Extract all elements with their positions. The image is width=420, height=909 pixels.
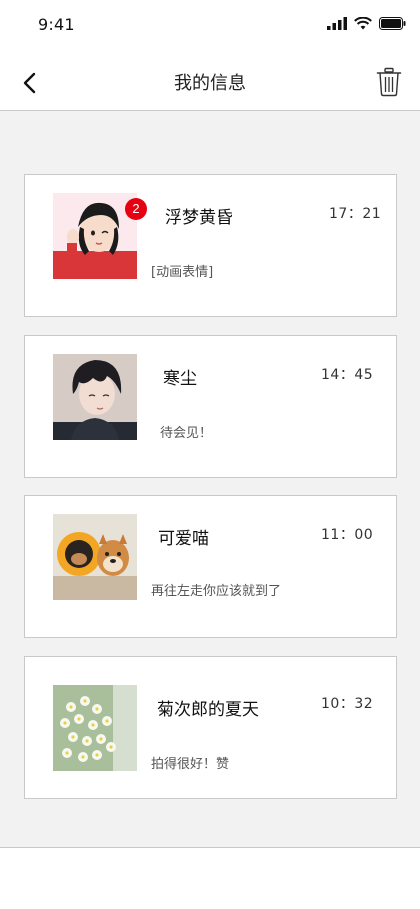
contact-name: 寒尘 <box>163 369 197 389</box>
message-card[interactable]: 可爱喵 11：00 再往左走你应该就到了 <box>24 495 397 638</box>
page-title: 我的信息 <box>174 73 246 94</box>
avatar <box>53 354 137 440</box>
message-list: 2 浮梦黄昏 17：21 [动画表情] 寒尘 14：45 待会见！ 可爱喵 11… <box>0 110 420 848</box>
message-time: 11：00 <box>321 527 374 543</box>
message-card[interactable]: 寒尘 14：45 待会见！ <box>24 335 397 478</box>
avatar <box>53 514 137 600</box>
status-bar: 9:41 <box>0 0 420 50</box>
message-time: 17：21 <box>329 206 382 222</box>
message-time: 10：32 <box>321 696 374 712</box>
message-preview: 待会见！ <box>160 426 213 441</box>
message-card[interactable]: 菊次郎的夏天 10：32 拍得很好！赞 <box>24 656 397 799</box>
message-card[interactable]: 2 浮梦黄昏 17：21 [动画表情] <box>24 174 397 317</box>
unread-badge: 2 <box>125 198 147 220</box>
battery-icon <box>379 17 406 30</box>
message-preview: 再往左走你应该就到了 <box>151 584 282 599</box>
message-preview: 拍得很好！赞 <box>151 757 230 772</box>
contact-name: 可爱喵 <box>158 529 209 549</box>
contact-name: 菊次郎的夏天 <box>157 700 259 720</box>
nav-bar: 我的信息 <box>0 52 420 110</box>
message-time: 14：45 <box>321 367 374 383</box>
status-time: 9:41 <box>38 15 75 34</box>
contact-name: 浮梦黄昏 <box>165 208 233 228</box>
signal-icon <box>327 17 347 30</box>
message-preview: [动画表情] <box>151 265 214 280</box>
avatar <box>53 685 137 771</box>
trash-icon[interactable] <box>376 67 402 97</box>
wifi-icon <box>354 17 372 30</box>
status-icons <box>327 17 406 30</box>
